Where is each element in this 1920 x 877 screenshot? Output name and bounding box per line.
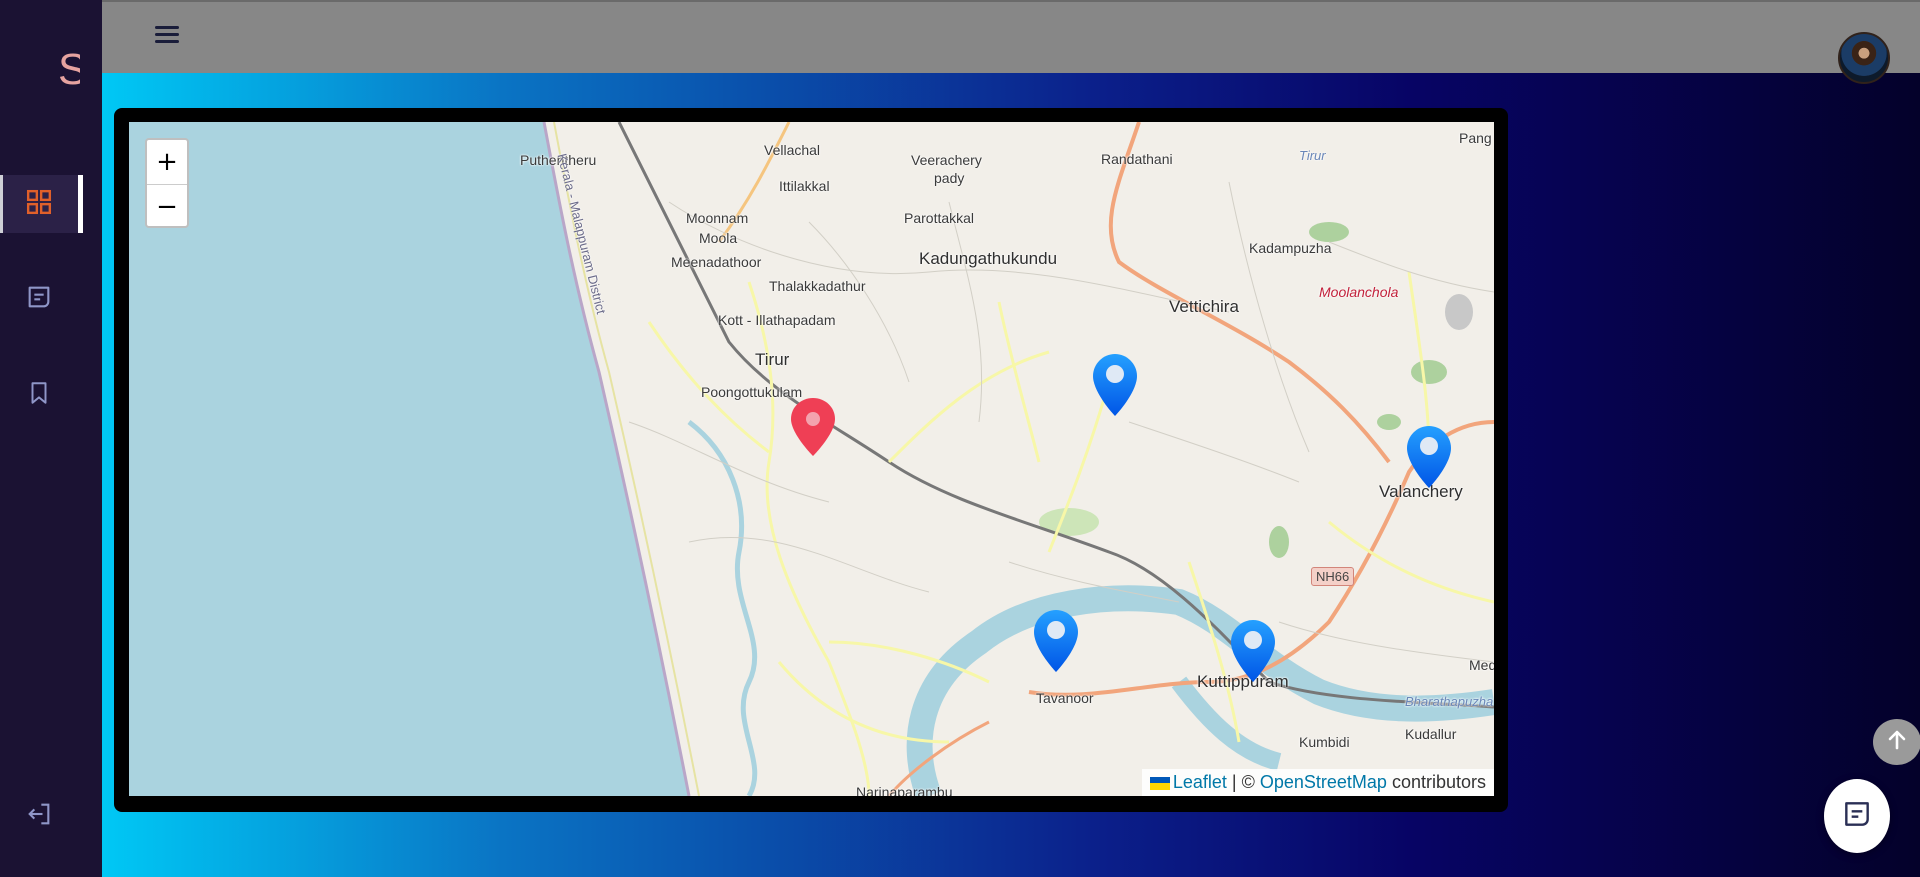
map-label: Narinaparambu	[856, 784, 953, 796]
map-label: Tavanoor	[1036, 690, 1094, 706]
map-label: Vettichira	[1169, 297, 1239, 316]
map-label: Kadungathukundu	[919, 249, 1058, 268]
map-label: pady	[934, 170, 965, 186]
brand-logo: S	[58, 48, 80, 92]
map-label: Parottakkal	[904, 210, 975, 226]
map-label: Med	[1469, 657, 1494, 673]
zoom-in-button[interactable]: +	[147, 140, 187, 185]
map-label: Ittilakkal	[779, 178, 830, 194]
map-label: Moola	[699, 230, 738, 246]
map-label: Kumbidi	[1299, 734, 1350, 750]
chat-icon	[1841, 798, 1873, 835]
location-marker-tavanoor[interactable]	[1032, 608, 1080, 676]
map-view[interactable]: Puthentheru Vellachal Veerachery pady Ra…	[129, 122, 1494, 796]
chat-button[interactable]	[1824, 779, 1890, 853]
map-attribution: Leaflet | © OpenStreetMap contributors	[1141, 769, 1494, 796]
top-navbar	[102, 0, 1920, 73]
map-label: Poongottukulam	[701, 384, 803, 400]
dashboard-grid-icon	[26, 189, 52, 220]
location-marker-vettichira[interactable]	[1091, 352, 1139, 420]
leaflet-link[interactable]: Leaflet	[1173, 772, 1227, 792]
map-label: Kadampuzha	[1249, 240, 1332, 256]
hamburger-menu-button[interactable]	[152, 22, 182, 48]
map-label: Moonnam	[686, 210, 749, 226]
map-label: Thalakkadathur	[769, 278, 866, 294]
map-card: Puthentheru Vellachal Veerachery pady Ra…	[114, 108, 1508, 812]
map-label: Pang	[1459, 130, 1492, 146]
sidebar-item-messages[interactable]	[0, 270, 78, 328]
map-label: Veerachery	[911, 152, 982, 168]
user-avatar[interactable]	[1838, 32, 1890, 84]
map-label: Vellachal	[764, 142, 821, 158]
openstreetmap-link[interactable]: OpenStreetMap	[1260, 772, 1387, 792]
scroll-to-top-button[interactable]	[1873, 719, 1920, 765]
map-label: Moolanchola	[1319, 284, 1399, 300]
map-label: Kudallur	[1405, 726, 1457, 742]
logout-button[interactable]	[0, 787, 78, 845]
attribution-separator: | ©	[1231, 772, 1255, 792]
message-icon	[25, 283, 53, 316]
attribution-contributors: contributors	[1391, 772, 1486, 792]
map-label: Tirur	[755, 350, 790, 369]
ukraine-flag-icon	[1149, 776, 1170, 790]
arrow-up-icon	[1885, 728, 1909, 757]
map-label: Tirur	[1299, 148, 1326, 163]
map-label: Kott - Illathapadam	[718, 312, 836, 328]
hamburger-icon	[155, 26, 179, 29]
map-label: Bharathapuzha	[1405, 694, 1494, 709]
current-location-marker[interactable]	[789, 396, 837, 464]
map-label: Meenadathoor	[671, 254, 762, 270]
highway-shield: NH66	[1311, 567, 1355, 586]
bookmark-icon	[26, 379, 52, 412]
logout-icon	[25, 800, 53, 833]
map-label: Randathani	[1101, 151, 1173, 167]
location-marker-valanchery[interactable]	[1405, 424, 1453, 492]
zoom-control: + −	[145, 138, 189, 228]
sidebar-item-dashboard[interactable]	[0, 175, 83, 233]
sidebar-item-bookmarks[interactable]	[0, 366, 78, 424]
sidebar: S	[0, 0, 102, 877]
location-marker-kuttippuram[interactable]	[1229, 618, 1277, 686]
zoom-out-button[interactable]: −	[147, 185, 187, 229]
